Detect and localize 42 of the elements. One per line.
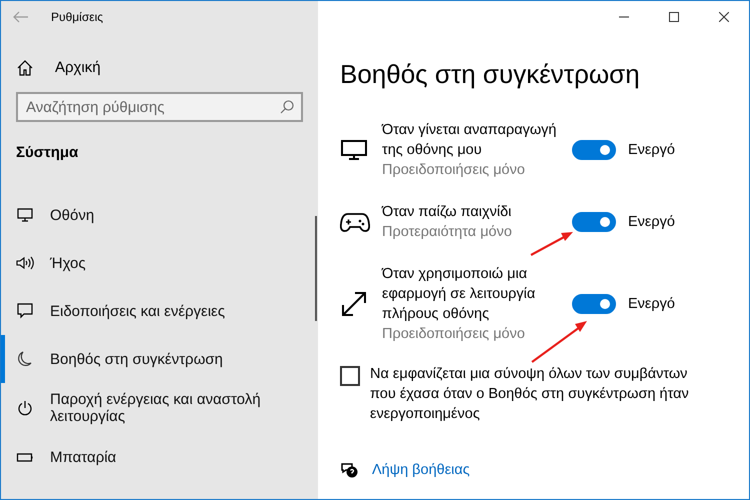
rule-subtitle: Προτεραιότητα μόνο: [382, 223, 513, 242]
rule-subtitle: Προειδοποιήσεις μόνο: [382, 325, 526, 344]
sidebar-item[interactable]: Ήχος: [1, 239, 318, 287]
rule-title: Όταν παίζω παιχνίδι: [382, 203, 512, 222]
monitor-icon: [340, 139, 368, 161]
sidebar-item[interactable]: Παροχή ενέργειας και αναστολή λειτουργίας: [1, 383, 318, 433]
sidebar-item[interactable]: Ειδοποιήσεις και ενέργειες: [1, 287, 318, 335]
maximize-icon[interactable]: [669, 12, 679, 22]
monitor-icon: [16, 208, 34, 222]
toggle-switch[interactable]: [572, 294, 616, 314]
checkbox[interactable]: [340, 366, 360, 386]
toggle-switch[interactable]: [572, 212, 616, 232]
sidebar-item[interactable]: Οθόνη: [1, 191, 318, 239]
search-icon[interactable]: [280, 100, 294, 114]
diagonal-arrows-icon: [340, 290, 368, 318]
rule-subtitle: Προειδοποιήσεις μόνο: [382, 161, 526, 180]
battery-icon: [16, 452, 34, 462]
speaker-icon: [16, 256, 34, 270]
home-icon[interactable]: [17, 60, 33, 76]
power-icon: [16, 400, 34, 416]
window-title: Ρυθμίσεις: [51, 10, 104, 24]
help-link[interactable]: Λήψη βοήθειας: [372, 462, 470, 478]
section-heading: Σύστημα: [16, 144, 80, 161]
toggle-state: Ενεργό: [628, 142, 675, 158]
help-chat-icon: [340, 462, 358, 478]
toggle-state: Ενεργό: [628, 296, 675, 312]
sidebar-item[interactable]: Μπαταρία: [1, 433, 318, 481]
rule-title: Όταν χρησιμοποιώ μια εφαρμογή σε λειτουργία πλήρους οθόνης: [382, 265, 536, 324]
scrollbar[interactable]: [315, 216, 317, 321]
toggle-switch[interactable]: [572, 140, 616, 160]
close-icon[interactable]: [719, 12, 729, 22]
speech-bubble-icon: [16, 303, 34, 319]
gamepad-icon: [340, 211, 370, 233]
moon-icon: [16, 351, 34, 367]
annotation-arrow: [530, 232, 573, 256]
search-field[interactable]: Αναζήτηση ρύθμισης: [16, 92, 303, 122]
annotation-arrow: [531, 321, 587, 363]
checkbox-label: Να εμφανίζεται μια σύνοψη όλων των συμβάντων που έχασα όταν ο Βοηθός στη συγκέντρωση ήταν ενεργοποιημένος: [370, 365, 690, 424]
rule-title: Όταν γίνεται αναπαραγωγή της οθόνης μου: [382, 121, 558, 160]
page-title: Βοηθός στη συγκέντρωση: [340, 59, 641, 90]
home-link[interactable]: Αρχική: [55, 59, 101, 76]
toggle-state: Ενεργό: [628, 214, 675, 230]
